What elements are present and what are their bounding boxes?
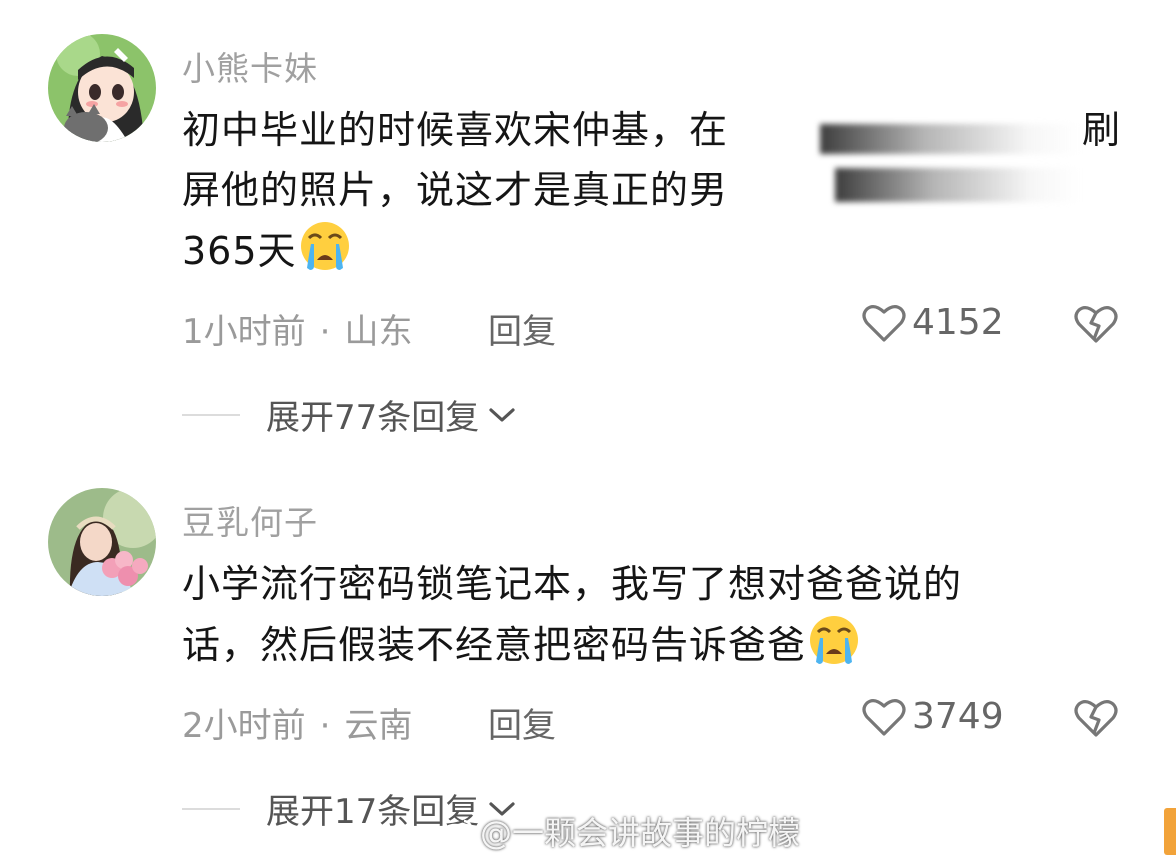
- weibo-logo-icon: [440, 819, 473, 845]
- watermark-text: @一颗会讲故事的柠檬: [480, 814, 801, 852]
- comment-text: 小学流行密码锁笔记本，我写了想对爸爸说的 话，然后假装不经意把密码告诉爸爸: [182, 554, 1132, 674]
- chevron-down-icon: [489, 407, 515, 422]
- dislike-button[interactable]: [1074, 698, 1118, 742]
- comment-text-line: 屏他的照片，说这才是真正的男: [182, 168, 729, 212]
- comment-time: 1小时前: [182, 312, 306, 352]
- comment-text-line: 365天: [182, 229, 297, 273]
- heart-outline-icon: [862, 698, 906, 736]
- reply-button[interactable]: 回复: [488, 698, 556, 747]
- comment-meta: 1小时前 · 山东: [182, 304, 412, 353]
- broken-heart-icon: [1074, 700, 1118, 737]
- separator: ·: [319, 706, 331, 746]
- expand-replies-label: 展开77条回复: [266, 398, 480, 438]
- avatar[interactable]: [48, 488, 156, 596]
- comment-text-line: 初中毕业的时候喜欢宋仲基，在: [182, 108, 729, 152]
- avatar[interactable]: [48, 34, 156, 142]
- like-count: 3749: [912, 696, 1004, 737]
- crying-face-emoji: [300, 222, 349, 270]
- heart-outline-icon: [862, 304, 906, 342]
- like-count: 4152: [912, 302, 1004, 343]
- divider: [182, 807, 240, 810]
- comment-meta: 2小时前 · 云南: [182, 698, 412, 747]
- divider: [182, 413, 240, 416]
- expand-replies[interactable]: 展开77条回复: [182, 390, 517, 439]
- comment-text-line-tail: 刷: [1082, 108, 1122, 152]
- separator: ·: [319, 312, 331, 352]
- comment-time: 2小时前: [182, 706, 306, 746]
- reply-button[interactable]: 回复: [488, 304, 556, 353]
- comment-text-line: 话，然后假装不经意把密码告诉爸爸: [182, 623, 807, 667]
- redaction-blur: [835, 168, 1080, 202]
- side-tab[interactable]: [1164, 808, 1176, 855]
- comment-text-line: 小学流行密码锁笔记本，我写了想对爸爸说的: [182, 562, 963, 606]
- crying-face-emoji: [810, 616, 859, 664]
- watermark: @一颗会讲故事的柠檬: [440, 808, 800, 854]
- dislike-button[interactable]: [1074, 304, 1118, 348]
- like-button[interactable]: 4152: [862, 302, 1004, 343]
- redaction-blur: [820, 124, 1080, 154]
- broken-heart-icon: [1074, 306, 1118, 343]
- comment-location: 山东: [344, 312, 413, 352]
- comment-location: 云南: [344, 706, 413, 746]
- username[interactable]: 小熊卡妹: [182, 42, 318, 90]
- like-button[interactable]: 3749: [862, 696, 1004, 737]
- username[interactable]: 豆乳何子: [182, 496, 318, 544]
